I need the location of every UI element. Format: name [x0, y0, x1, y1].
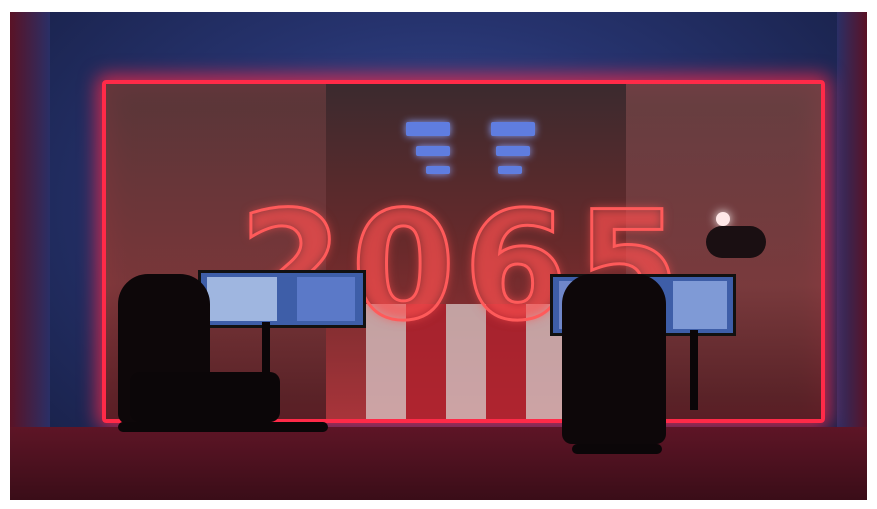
- gaming-room: 2065: [10, 12, 867, 500]
- right-wall: [837, 12, 867, 432]
- floor: [10, 427, 867, 500]
- screen-panel: [207, 277, 277, 321]
- photo-frame: 2065: [0, 0, 877, 509]
- ceiling-light: [496, 146, 530, 156]
- screen-panel: [673, 281, 727, 329]
- monitor-stand: [690, 330, 698, 410]
- right-chair-base: [572, 444, 662, 454]
- right-gaming-chair: [562, 274, 666, 444]
- light-orb: [716, 212, 730, 226]
- left-chair-base: [118, 422, 328, 432]
- ceiling-light: [416, 146, 450, 156]
- ceiling-light: [498, 166, 522, 174]
- ceiling-light: [406, 122, 450, 136]
- ceiling-light: [491, 122, 535, 136]
- left-chair-seat: [130, 372, 280, 422]
- dark-capsule: [706, 226, 766, 258]
- screen-panel: [297, 277, 355, 321]
- left-wall: [10, 12, 50, 432]
- left-monitor: [198, 270, 366, 328]
- ceiling-light: [426, 166, 450, 174]
